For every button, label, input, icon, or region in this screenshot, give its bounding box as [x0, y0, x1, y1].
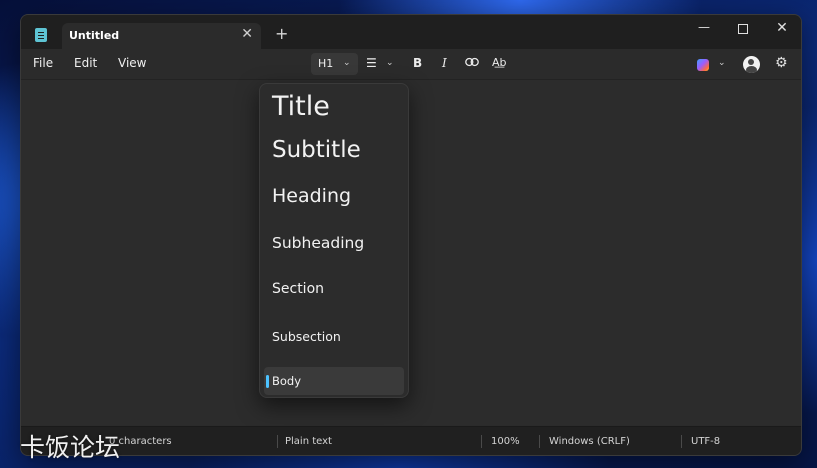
copilot-icon[interactable]	[697, 59, 709, 71]
dropdown-item-subheading[interactable]: Subheading	[264, 234, 404, 258]
dropdown-item-section[interactable]: Section	[264, 281, 404, 303]
tab-untitled[interactable]: Untitled ✕	[62, 23, 261, 49]
dropdown-item-label: Subtitle	[272, 137, 361, 163]
gear-icon[interactable]: ⚙	[775, 55, 788, 71]
chevron-down-icon: ⌄	[343, 58, 351, 68]
dropdown-item-subtitle[interactable]: Subtitle	[264, 137, 404, 173]
chevron-down-icon[interactable]: ⌄	[718, 58, 726, 68]
menu-view[interactable]: View	[118, 56, 146, 70]
heading-style-value: H1	[318, 57, 334, 70]
status-divider	[681, 435, 682, 448]
line-ending-status[interactable]: Windows (CRLF)	[549, 436, 630, 447]
encoding-status[interactable]: UTF-8	[691, 436, 720, 447]
dropdown-item-body[interactable]: Body	[264, 367, 404, 395]
tab-title: Untitled	[69, 29, 120, 42]
title-bar: Untitled ✕ + — ✕	[21, 15, 801, 49]
dropdown-item-label: Body	[272, 374, 302, 388]
zoom-level[interactable]: 100%	[491, 436, 520, 447]
maximize-icon	[738, 24, 748, 34]
dropdown-item-label: Heading	[272, 185, 352, 207]
dropdown-item-label: Title	[272, 91, 330, 122]
dropdown-item-label: Subsection	[272, 329, 341, 344]
maximize-button[interactable]	[728, 20, 758, 37]
heading-style-button[interactable]: H1 ⌄	[311, 53, 358, 75]
dropdown-item-label: Section	[272, 281, 325, 297]
new-tab-button[interactable]: +	[275, 24, 288, 43]
notepad-app-icon	[35, 28, 47, 42]
tab-close-icon[interactable]: ✕	[241, 26, 253, 42]
bulleted-list-icon[interactable]: ☰	[366, 56, 377, 70]
menu-edit[interactable]: Edit	[74, 56, 97, 70]
watermark-text: 卡饭论坛	[20, 433, 121, 462]
account-icon[interactable]	[743, 56, 760, 73]
spellcheck-button[interactable]: A͟b	[492, 56, 507, 69]
dropdown-item-subsection[interactable]: Subsection	[264, 329, 404, 349]
selected-indicator	[266, 375, 269, 388]
heading-style-dropdown: Title Subtitle Heading Subheading Sectio…	[259, 83, 409, 398]
text-editor-area[interactable]	[21, 80, 801, 425]
minimize-button[interactable]: —	[689, 20, 719, 34]
notepad-window: Untitled ✕ + — ✕ File Edit View H1 ⌄ ☰ ⌄…	[20, 14, 802, 456]
status-bar: 0 characters Plain text 100% Windows (CR…	[21, 426, 801, 455]
chevron-down-icon[interactable]: ⌄	[386, 58, 394, 68]
italic-button[interactable]: I	[442, 56, 447, 70]
menu-bar: File Edit View H1 ⌄ ☰ ⌄ B I A͟b ⌄ ⚙	[21, 49, 801, 80]
link-icon[interactable]	[465, 56, 479, 70]
status-divider	[539, 435, 540, 448]
close-button[interactable]: ✕	[767, 20, 797, 36]
menu-file[interactable]: File	[33, 56, 53, 70]
dropdown-item-title[interactable]: Title	[264, 90, 404, 130]
dropdown-item-label: Subheading	[272, 234, 365, 252]
text-format-status[interactable]: Plain text	[285, 436, 332, 447]
status-divider	[277, 435, 278, 448]
bold-button[interactable]: B	[413, 56, 422, 70]
dropdown-item-heading[interactable]: Heading	[264, 185, 404, 215]
status-divider	[481, 435, 482, 448]
